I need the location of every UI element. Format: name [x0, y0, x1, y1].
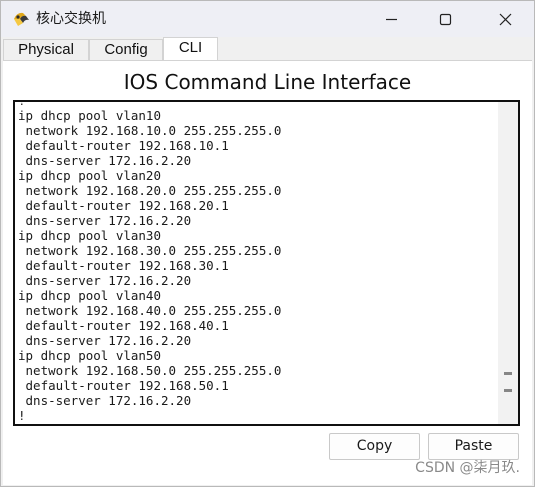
window-title: 核心交换机: [36, 11, 106, 27]
maximize-button[interactable]: [418, 1, 472, 37]
terminal-line: dns-server 172.16.2.20: [18, 213, 192, 228]
tab-config[interactable]: Config: [89, 39, 163, 60]
terminal-scrollbar[interactable]: [498, 102, 518, 424]
terminal-line: ip dhcp pool vlan20: [18, 168, 161, 183]
terminal-line: default-router 192.168.20.1: [18, 198, 229, 213]
terminal-line: ip dhcp pool vlan40: [18, 288, 161, 303]
terminal-line: dns-server 172.16.2.20: [18, 393, 192, 408]
terminal-line: ip dhcp pool vlan10: [18, 108, 161, 123]
cli-window: 核心交换机 Physical Config CLI IOS Command Li…: [0, 0, 535, 487]
terminal-line: network 192.168.30.0 255.255.255.0: [18, 243, 282, 258]
terminal-line: dns-server 172.16.2.20: [18, 273, 192, 288]
maximize-icon: [439, 13, 452, 26]
terminal-line: dns-server 172.16.2.20: [18, 153, 192, 168]
terminal-line: network 192.168.40.0 255.255.255.0: [18, 303, 282, 318]
terminal-line: dns-server 172.16.2.20: [18, 333, 192, 348]
close-icon: [499, 13, 512, 26]
cli-panel: IOS Command Line Interface ! ip dhcp pool…: [3, 60, 532, 485]
terminal-line: default-router 192.168.30.1: [18, 258, 229, 273]
terminal-line: default-router 192.168.40.1: [18, 318, 229, 333]
terminal-line: default-router 192.168.10.1: [18, 138, 229, 153]
terminal-line: !: [18, 100, 26, 108]
tab-strip: Physical Config CLI: [1, 37, 534, 61]
terminal-line: network 192.168.10.0 255.255.255.0: [18, 123, 282, 138]
terminal-line: network 192.168.20.0 255.255.255.0: [18, 183, 282, 198]
terminal-line: default-router 192.168.50.1: [18, 378, 229, 393]
minimize-button[interactable]: [364, 1, 418, 37]
copy-button[interactable]: Copy: [329, 433, 420, 460]
terminal-output: ! ip dhcp pool vlan10 network 192.168.10.…: [18, 100, 282, 423]
terminal-line: ip dhcp pool vlan50: [18, 348, 161, 363]
packet-tracer-icon: [12, 10, 31, 28]
terminal-line: ip dhcp pool vlan30: [18, 228, 161, 243]
watermark-text: CSDN @柒月玖.: [415, 460, 520, 476]
scrollbar-grip-top: [504, 372, 512, 375]
terminal-line: !: [18, 408, 26, 423]
scrollbar-grip-bottom: [504, 389, 512, 392]
title-bar[interactable]: 核心交换机: [1, 1, 534, 37]
tab-cli[interactable]: CLI: [163, 37, 218, 61]
minimize-icon: [386, 18, 397, 21]
panel-title: IOS Command Line Interface: [123, 70, 412, 94]
paste-button[interactable]: Paste: [428, 433, 519, 460]
cli-terminal[interactable]: ! ip dhcp pool vlan10 network 192.168.10.…: [13, 100, 520, 426]
tab-physical[interactable]: Physical: [3, 39, 89, 60]
terminal-line: network 192.168.50.0 255.255.255.0: [18, 363, 282, 378]
close-button[interactable]: [479, 1, 533, 37]
